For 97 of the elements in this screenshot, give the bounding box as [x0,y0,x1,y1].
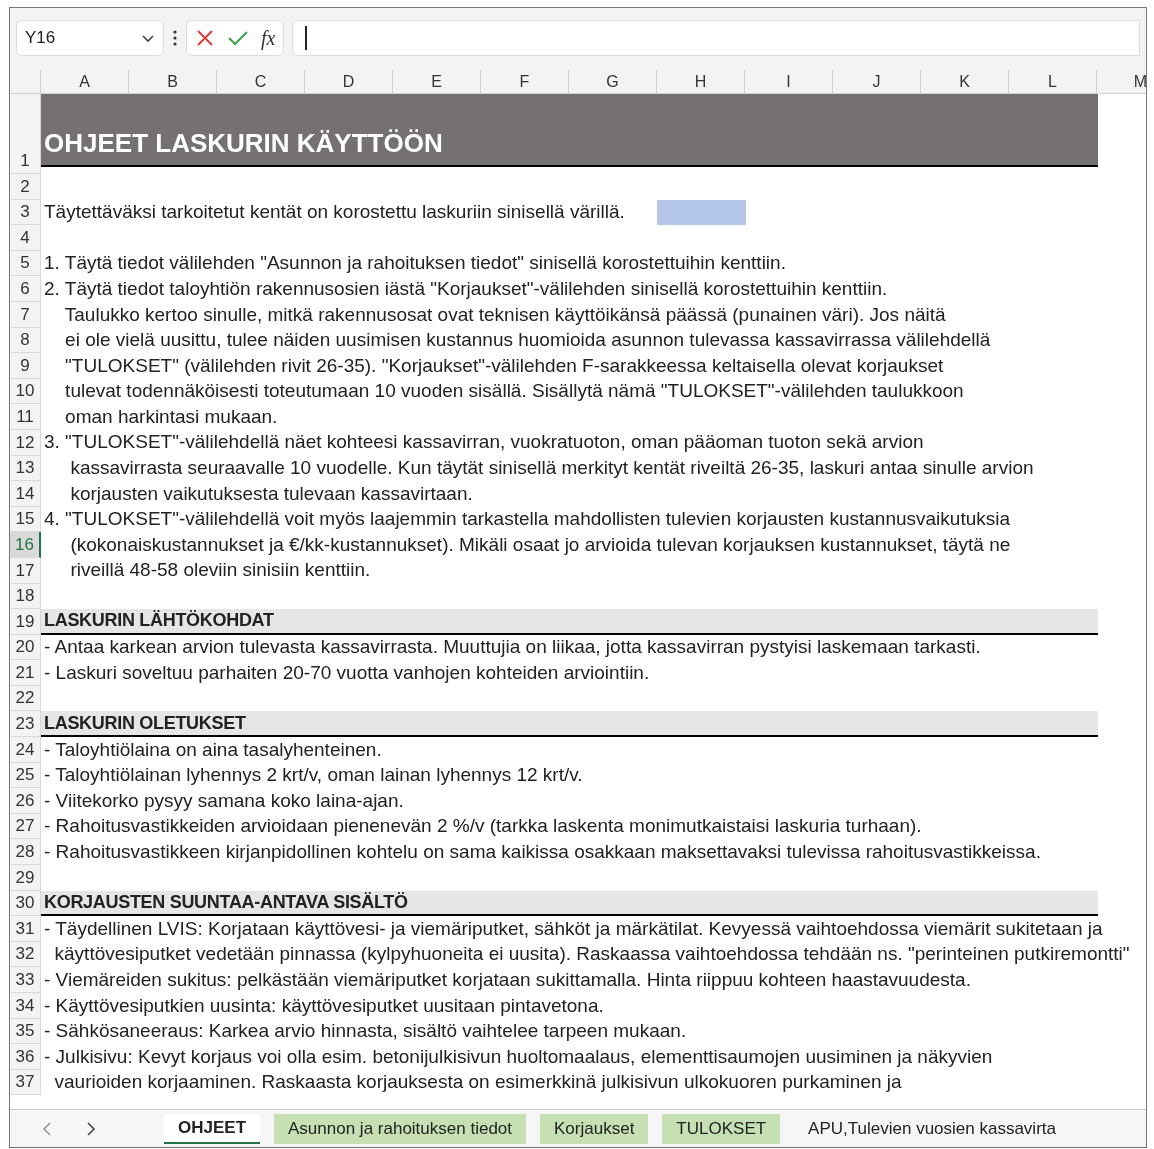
cell-text: - Viitekorko pysyy samana koko laina-ajan. [43,788,404,813]
more-options-icon[interactable] [172,29,178,47]
cell-text: vaurioiden korjaaminen. Raskaasta korjauksesta on esimerkkinä julkisivun ulkokuoren purkaminen ja [53,1070,902,1095]
row-header[interactable]: 37 [10,1069,41,1096]
section-heading: LASKURIN OLETUKSET [41,711,1098,738]
insert-function-button[interactable]: fx [261,28,276,48]
row-header[interactable]: 30 [10,890,41,917]
cell-text: Täytettäväksi tarkoitetut kentät on korostettu laskuriin sinisellä värillä. [43,200,626,225]
row-header[interactable]: 7 [10,301,41,328]
row-header[interactable]: 21 [10,660,41,686]
row-header[interactable]: 29 [10,865,41,891]
enter-checkmark-icon[interactable] [227,29,249,47]
row-header[interactable]: 28 [10,839,41,866]
row-header[interactable]: 11 [10,404,41,430]
cell-text: ei ole vielä uusittu, tulee näiden uusimisen kustannus huomioida asunnon tulevassa kassavirrassa välilehdellä [64,328,991,353]
column-header[interactable]: B [129,70,217,93]
column-header[interactable]: I [745,70,833,93]
row-header[interactable]: 1 [10,94,41,174]
row-header[interactable]: 25 [10,762,41,789]
cell-text: - Täydellinen LVIS: Korjataan käyttövesi- ja viemäriputket, sähköt ja märkätilat. Kevyessä vaihtoehdossa viemärit sukitetaan ja [43,916,1103,941]
sheet-tab[interactable]: Korjaukset [540,1113,649,1144]
row-header[interactable]: 20 [10,634,41,661]
cell-text: 4. "TULOKSET"-välilehdellä voit myös laajemmin tarkastella mahdollisten tulevien korjausten kustannusvaikutuksia [43,507,1011,532]
cell-text: - Julkisivu: Kevyt korjaus voi olla esim. betonijulkisivun huoltomaalaus, elementtisaumojen uusiminen ja näkyvien [43,1044,993,1069]
row-header[interactable]: 22 [10,685,41,712]
name-box[interactable]: Y16 [16,20,164,56]
previous-sheet-icon[interactable] [42,1120,52,1137]
column-header[interactable]: F [481,70,569,93]
column-header[interactable]: C [217,70,305,93]
sheet-tab[interactable]: Asunnon ja rahoituksen tiedot [274,1113,527,1144]
chevron-down-icon [141,33,155,43]
column-header[interactable]: E [393,70,481,93]
cell-text: - Rahoitusvastikkeen kirjanpidollinen kohtelu on sama kaikissa osakkaan maksettavaksi tulevissa rahoitusvastikkeissa. [43,840,1041,864]
row-header[interactable]: 8 [10,327,41,354]
sheet-tab[interactable]: TULOKSET [662,1113,781,1144]
row-header[interactable]: 26 [10,788,41,814]
column-header[interactable]: J [833,70,921,93]
cell-text: tulevat todennäköisesti toteutumaan 10 vuoden sisällä. Sisällytä nämä "TULOKSET"-välilehden taulukkoon [64,379,964,404]
row-header[interactable]: 6 [10,276,41,302]
cell-text: Taulukko kertoo sinulle, mitkä rakennusosat ovat teknisen käyttöikänsä päässä (punainen väri). Jos näitä [63,302,946,327]
row-header[interactable]: 4 [10,225,41,251]
row-header[interactable]: 32 [10,941,41,968]
cell-text: käyttövesiputket vedetään pinnassa (kylpyhuoneita ei uusita). Raskaassa vaihtoehdossa tehdään ns. "perinteinen putkiremontti" [53,942,1130,967]
row-header[interactable]: 35 [10,1018,41,1045]
cell-text: oman harkintasi mukaan. [64,404,278,429]
row-header[interactable]: 16 [10,532,41,558]
row-header[interactable]: 23 [10,711,41,738]
cell-text: korjausten vaikutuksesta tulevaan kassavirtaan. [69,481,473,506]
row-header[interactable]: 13 [10,455,41,482]
next-sheet-icon[interactable] [86,1120,96,1137]
row-header[interactable]: 33 [10,967,41,993]
row-header[interactable]: 12 [10,429,41,456]
cell-text: - Viemäreiden sukitus: pelkästään viemäriputket korjataan sukittamalla. Hinta riippuu kohteen haastavuudesta. [43,967,971,992]
row-header[interactable]: 18 [10,583,41,610]
column-header[interactable]: M [1097,70,1146,93]
row-header[interactable]: 15 [10,506,41,533]
cell-text: - Rahoitusvastikkeiden arvioidaan pienenevän 2 %/v (tarkka laskenta monimutkaistaisi laskuria turhaan). [43,814,922,839]
cell-text: 2. Täytä tiedot taloyhtiön rakennusosien iästä "Korjaukset"-välilehden sinisellä korostettuihin kenttiin. [43,276,888,301]
cell-text: - Laskuri soveltuu parhaiten 20-70 vuotta vanhojen kohteiden arviointiin. [43,660,650,685]
column-header[interactable]: H [657,70,745,93]
sheet-tab[interactable]: OHJEET [164,1113,261,1144]
cancel-icon[interactable] [195,28,215,48]
title-banner: OHJEET LASKURIN KÄYTTÖÖN [41,94,1098,167]
cell-text: - Taloyhtiölainan lyhennys 2 krt/v, oman lainan lyhennys 12 krt/v. [43,763,583,788]
row-header[interactable]: 31 [10,916,41,942]
row-header[interactable]: 27 [10,813,41,840]
cell-text: kassavirrasta seuraavalle 10 vuodelle. Kun täytät sinisellä merkityt kentät riveiltä 26-35, laskuri antaa sinulle arvion [69,456,1034,481]
row-header[interactable]: 34 [10,993,41,1019]
text-cursor-icon [305,26,308,50]
row-header[interactable]: 14 [10,481,41,507]
column-header[interactable]: L [1009,70,1097,93]
section-heading: LASKURIN LÄHTÖKOHDAT [41,609,1098,635]
row-header[interactable]: 2 [10,174,41,200]
cell-text: 1. Täytä tiedot välilehden "Asunnon ja rahoituksen tiedot" sinisellä korostettuihin kenttiin. [43,251,786,276]
formula-input[interactable] [292,20,1140,56]
row-header[interactable]: 9 [10,353,41,379]
sheet-tab[interactable]: APU,Tulevien vuosien kassavirta [794,1113,1070,1144]
cell-text: - Taloyhtiölaina on aina tasalyhenteinen. [43,737,382,762]
row-header[interactable]: 36 [10,1044,41,1070]
cell-text: riveillä 48-58 oleviin sinisiin kenttiin. [69,558,371,583]
row-header[interactable]: 17 [10,557,41,584]
row-header[interactable]: 19 [10,609,41,635]
cell-text: 3. "TULOKSET"-välilehdellä näet kohteesi kassavirran, vuokratuoton, oman pääoman tuoton sekä arvion [43,430,924,455]
cell-text: - Sähkösaneeraus: Karkea arvio hinnasta, sisältö vaihtelee tarpeen mukaan. [43,1019,687,1044]
column-header[interactable]: D [305,70,393,93]
row-header[interactable]: 10 [10,378,41,405]
cell-text: - Käyttövesiputkien uusinta: käyttövesiputket uusitaan pintavetona. [43,993,604,1018]
row-header[interactable]: 5 [10,250,41,277]
column-header[interactable]: G [569,70,657,93]
column-header[interactable]: K [921,70,1009,93]
section-heading: KORJAUSTEN SUUNTAA-ANTAVA SISÄLTÖ [41,890,1098,917]
cell-text: - Antaa karkean arvion tulevasta kassavirrasta. Muuttujia on liikaa, jotta kassavirran pystyisi laskemaan tarkasti. [43,635,981,660]
column-header[interactable]: A [41,70,129,93]
cell-text: "TULOKSET" (välilehden rivit 26-35). "Korjaukset"-välilehden F-sarakkeessa keltaisella olevat korjaukset [64,353,944,378]
row-header[interactable]: 24 [10,737,41,763]
cell-text: (kokonaiskustannukset ja €/kk-kustannukset). Mikäli osaat jo arvioida tulevan korjauksen kustannukset, täytä ne [69,532,1011,557]
row-header[interactable]: 3 [10,199,41,226]
